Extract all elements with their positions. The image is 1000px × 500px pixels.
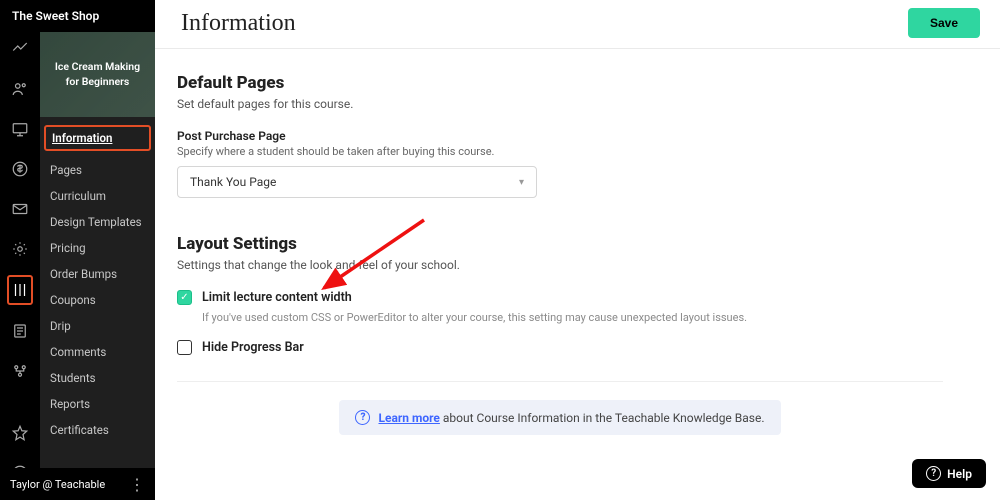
courses-icon-highlight (7, 275, 33, 305)
sidebar-item-curriculum[interactable]: Curriculum (40, 183, 155, 209)
current-user-label[interactable]: Taylor @ Teachable (10, 478, 105, 491)
course-hero[interactable]: Ice Cream Making for Beginners (40, 32, 155, 117)
post-purchase-select[interactable]: Thank You Page ▾ (177, 166, 537, 198)
post-purchase-selected: Thank You Page (190, 175, 276, 189)
global-nav-rail (0, 0, 40, 500)
sidebar-item-certificates[interactable]: Certificates (40, 417, 155, 443)
analytics-icon[interactable] (10, 40, 30, 58)
post-purchase-label: Post Purchase Page (177, 129, 943, 143)
sidebar-item-pages[interactable]: Pages (40, 157, 155, 183)
user-menu-kebab-icon[interactable]: ⋮ (129, 475, 145, 494)
hide-progress-checkbox[interactable] (177, 340, 192, 355)
pages-icon[interactable] (10, 322, 30, 340)
sidebar-item-information-highlight: Information (44, 125, 151, 151)
help-question-icon: ? (926, 466, 941, 481)
sidebar-item-order-bumps[interactable]: Order Bumps (40, 261, 155, 287)
help-button[interactable]: ? Help (912, 459, 986, 488)
help-button-label: Help (947, 467, 972, 481)
sidebar-item-information[interactable]: Information (52, 131, 143, 145)
extensions-icon[interactable] (10, 362, 30, 380)
chevron-down-icon: ▾ (519, 177, 524, 188)
star-icon[interactable] (10, 424, 30, 442)
hide-progress-label: Hide Progress Bar (202, 340, 304, 355)
site-name-bar: The Sweet Shop (0, 0, 155, 32)
kb-banner-text: about Course Information in the Teachabl… (440, 411, 765, 425)
limit-width-checkbox[interactable]: ✓ (177, 290, 192, 305)
hide-progress-row: Hide Progress Bar (177, 340, 943, 355)
sidebar-item-design-templates[interactable]: Design Templates (40, 209, 155, 235)
content-area: Default Pages Set default pages for this… (155, 49, 965, 475)
page-header: Information Save (155, 0, 1000, 49)
course-title: Ice Cream Making for Beginners (48, 60, 147, 88)
kb-learn-more-link[interactable]: Learn more (378, 411, 439, 425)
limit-width-note: If you've used custom CSS or PowerEditor… (202, 311, 943, 324)
sales-icon[interactable] (10, 160, 30, 178)
save-button[interactable]: Save (908, 8, 980, 38)
site-icon[interactable] (10, 120, 30, 138)
site-name: The Sweet Shop (12, 9, 99, 23)
user-bar: Taylor @ Teachable ⋮ (0, 468, 155, 500)
section-divider (177, 381, 943, 382)
users-icon[interactable] (10, 80, 30, 98)
default-pages-heading: Default Pages (177, 73, 943, 93)
limit-width-row: ✓ Limit lecture content width (177, 290, 943, 305)
page-title: Information (181, 10, 296, 37)
kb-banner: ? Learn more about Course Information in… (339, 400, 780, 435)
info-icon: ? (355, 410, 370, 425)
sidebar-item-drip[interactable]: Drip (40, 313, 155, 339)
default-pages-desc: Set default pages for this course. (177, 97, 943, 111)
courses-icon[interactable] (10, 280, 30, 300)
email-icon[interactable] (10, 200, 30, 218)
main-content: Information Save Default Pages Set defau… (155, 0, 1000, 500)
layout-settings-desc: Settings that change the look and feel o… (177, 258, 943, 272)
sidebar-item-reports[interactable]: Reports (40, 391, 155, 417)
sidebar-item-pricing[interactable]: Pricing (40, 235, 155, 261)
post-purchase-help: Specify where a student should be taken … (177, 145, 943, 158)
course-nav-list: Information Pages Curriculum Design Temp… (40, 117, 155, 443)
sidebar-item-coupons[interactable]: Coupons (40, 287, 155, 313)
sidebar-item-students[interactable]: Students (40, 365, 155, 391)
sidebar-item-comments[interactable]: Comments (40, 339, 155, 365)
settings-icon[interactable] (10, 240, 30, 258)
limit-width-label: Limit lecture content width (202, 290, 352, 305)
course-sidebar: Ice Cream Making for Beginners Informati… (40, 32, 155, 468)
layout-settings-heading: Layout Settings (177, 234, 943, 254)
